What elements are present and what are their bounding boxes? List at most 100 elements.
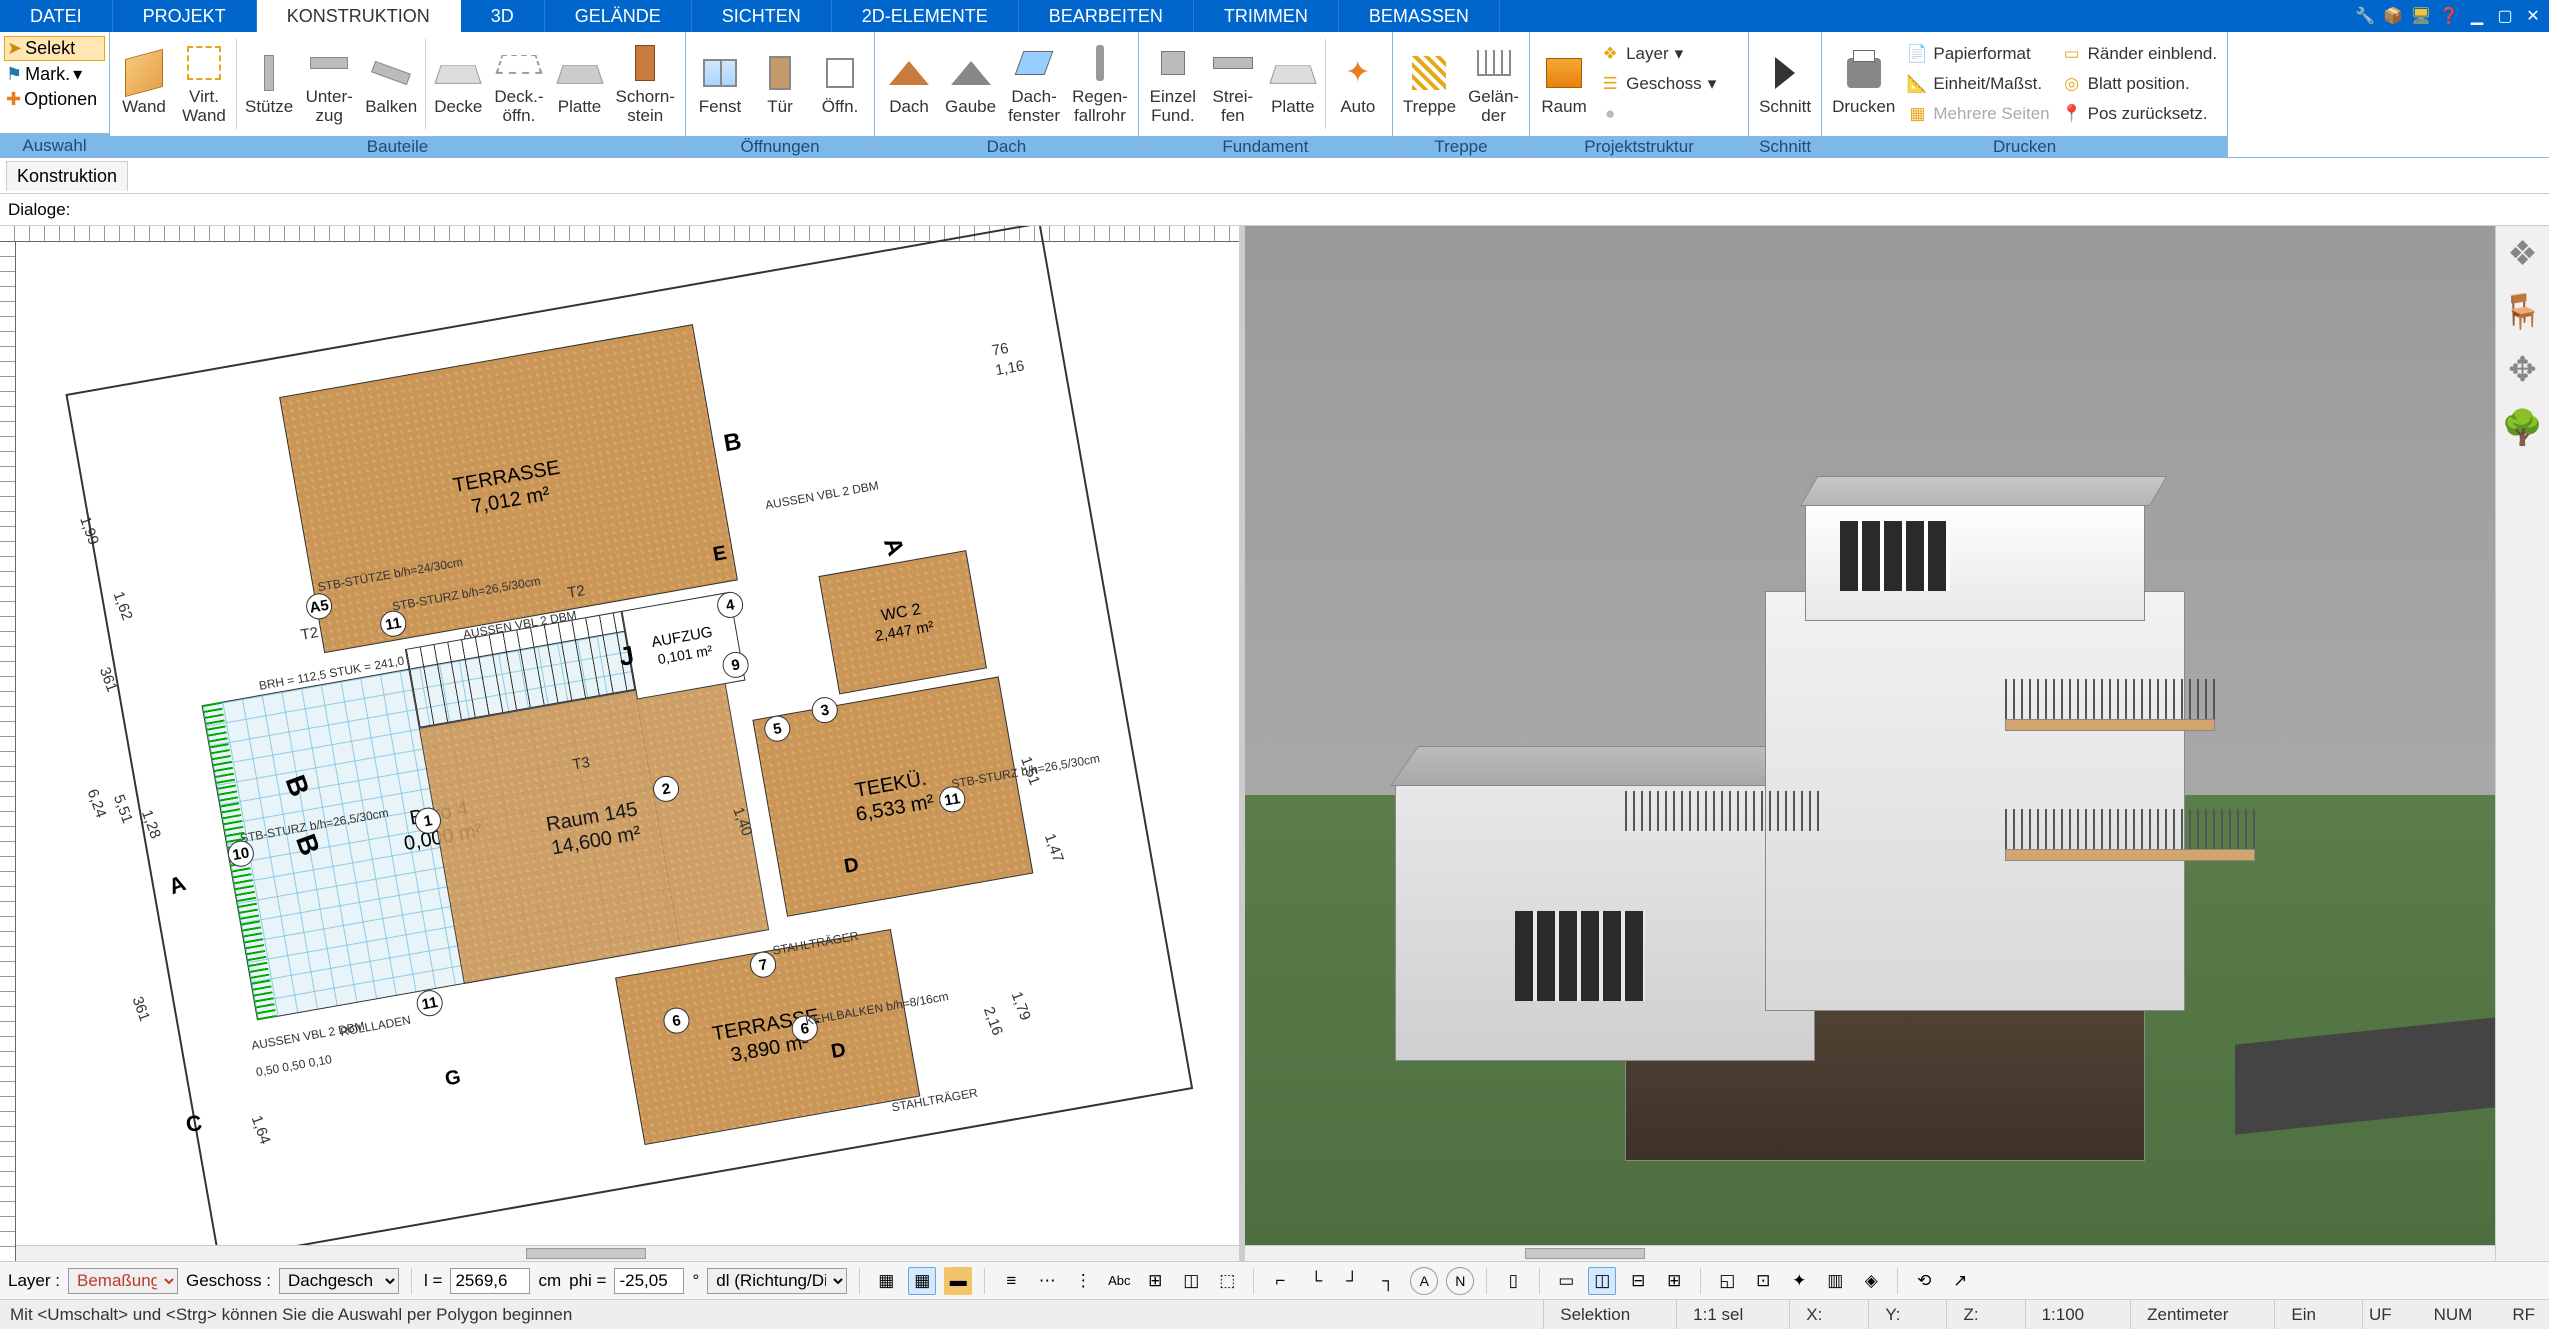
corner-btn-4[interactable]: ┐ (1374, 1267, 1402, 1295)
layout-btn-1[interactable]: ▭ (1552, 1267, 1580, 1295)
plan-hscrollbar[interactable] (16, 1245, 1239, 1261)
geschoss-select[interactable]: Dachgesch (279, 1268, 399, 1294)
wand-button[interactable]: Wand (114, 34, 174, 134)
mehrere-seiten-button[interactable]: ▦Mehrere Seiten (1901, 99, 2055, 129)
menu-tab-konstruktion[interactable]: KONSTRUKTION (257, 0, 461, 32)
snap-btn-1[interactable]: ▦ (872, 1267, 900, 1295)
move-icon[interactable]: ✥ (2508, 350, 2537, 390)
menu-tab-trimmen[interactable]: TRIMMEN (1194, 0, 1339, 32)
extra-btn-1[interactable]: ◱ (1713, 1267, 1741, 1295)
deckoeffn-button[interactable]: Deck.- öffn. (488, 34, 549, 134)
angle-btn-a[interactable]: A (1410, 1267, 1438, 1295)
papierformat-button[interactable]: 📄Papierformat (1901, 39, 2055, 69)
corner-btn-1[interactable]: ⌐ (1266, 1267, 1294, 1295)
platte-button[interactable]: Platte (550, 34, 610, 134)
style-btn-5[interactable]: ◫ (1177, 1267, 1205, 1295)
extra-btn-2[interactable]: ⊡ (1749, 1267, 1777, 1295)
dach-button[interactable]: Dach (879, 34, 939, 134)
einheit-button[interactable]: 📐Einheit/Maßst. (1901, 69, 2055, 99)
extra-btn-6[interactable]: ⟲ (1910, 1267, 1938, 1295)
blatt-button[interactable]: ◎Blatt position. (2056, 69, 2223, 99)
snap-btn-2[interactable]: ▦ (908, 1267, 936, 1295)
plan-canvas[interactable]: TERRASSE 7,012 m² Büro 4 0,000 m² Raum 1… (16, 242, 1239, 1261)
fenst-button[interactable]: Fenst (690, 34, 750, 134)
auto-button[interactable]: ✦Auto (1328, 34, 1388, 134)
menu-tab-gelaende[interactable]: GELÄNDE (545, 0, 692, 32)
maximize-icon[interactable]: ▢ (2493, 4, 2517, 28)
streifen-button[interactable]: Strei- fen (1203, 34, 1263, 134)
menu-tab-bearbeiten[interactable]: BEARBEITEN (1019, 0, 1194, 32)
treppe-button[interactable]: Treppe (1397, 34, 1462, 134)
schornstein-button[interactable]: Schorn- stein (610, 34, 682, 134)
struktur-extra[interactable]: ● (1594, 99, 1744, 129)
room-wc2[interactable]: WC 2 2,447 m² (818, 550, 987, 694)
layer-dropdown[interactable]: ❖Layer▾ (1594, 39, 1744, 69)
view3d-hscrollbar[interactable] (1245, 1245, 2495, 1261)
menu-tab-projekt[interactable]: PROJEKT (113, 0, 257, 32)
screen-icon[interactable]: 🖥 (2409, 4, 2433, 28)
plan-2d-pane[interactable]: TERRASSE 7,012 m² Büro 4 0,000 m² Raum 1… (0, 226, 1245, 1261)
style-btn-abc[interactable]: Abc (1105, 1267, 1133, 1295)
plan-hscroll-thumb[interactable] (526, 1248, 646, 1259)
pos-button[interactable]: 📍Pos zurücksetz. (2056, 99, 2223, 129)
snap-btn-3[interactable]: ▬ (944, 1267, 972, 1295)
raender-button[interactable]: ▭Ränder einblend. (2056, 39, 2223, 69)
layout-btn-3[interactable]: ⊟ (1624, 1267, 1652, 1295)
angle-btn-n[interactable]: N (1446, 1267, 1474, 1295)
extra-btn-5[interactable]: ◈ (1857, 1267, 1885, 1295)
style-btn-6[interactable]: ⬚ (1213, 1267, 1241, 1295)
dl-select[interactable]: dl (Richtung/Di (707, 1268, 847, 1294)
close-icon[interactable]: ✕ (2521, 4, 2545, 28)
menu-tab-sichten[interactable]: SICHTEN (692, 0, 832, 32)
gelaender-button[interactable]: Gelän- der (1462, 34, 1525, 134)
view-btn-1[interactable]: ▯ (1499, 1267, 1527, 1295)
decke-button[interactable]: Decke (428, 34, 488, 134)
balken-button[interactable]: Balken (359, 34, 423, 134)
oeffn-button[interactable]: Öffn. (810, 34, 870, 134)
einzelfund-button[interactable]: Einzel Fund. (1143, 34, 1203, 134)
view-3d-pane[interactable] (1245, 226, 2495, 1261)
raum-button[interactable]: Raum (1534, 34, 1594, 134)
menu-tab-2delemente[interactable]: 2D-ELEMENTE (832, 0, 1019, 32)
room-raum145[interactable]: Raum 145 14,600 m² (419, 674, 769, 984)
mark-button[interactable]: ⚑Mark.▾ (4, 63, 105, 86)
help-icon[interactable]: ❓ (2437, 4, 2461, 28)
layers-icon[interactable]: ❖ (2507, 234, 2537, 274)
selekt-button[interactable]: ➤Selekt (4, 36, 105, 61)
wrench-icon[interactable]: 🔧 (2353, 4, 2377, 28)
furniture-icon[interactable]: 🪑 (2501, 292, 2543, 332)
drucken-button[interactable]: Drucken (1826, 34, 1901, 134)
view3d-hscroll-thumb[interactable] (1525, 1248, 1645, 1259)
minimize-icon[interactable]: ▁ (2465, 4, 2489, 28)
schnitt-button[interactable]: Schnitt (1753, 34, 1817, 134)
menu-tab-bemassen[interactable]: BEMASSEN (1339, 0, 1500, 32)
extra-btn-7[interactable]: ↗ (1946, 1267, 1974, 1295)
extra-btn-4[interactable]: ▥ (1821, 1267, 1849, 1295)
corner-btn-3[interactable]: ┘ (1338, 1267, 1366, 1295)
tuer-button[interactable]: Tür (750, 34, 810, 134)
extra-btn-3[interactable]: ✦ (1785, 1267, 1813, 1295)
dachfenster-button[interactable]: Dach- fenster (1002, 34, 1066, 134)
stuetze-button[interactable]: Stütze (239, 34, 299, 134)
phi-input[interactable] (614, 1268, 684, 1294)
regenfallrohr-button[interactable]: Regen- fallrohr (1066, 34, 1134, 134)
menu-tab-3d[interactable]: 3D (461, 0, 545, 32)
layer-select[interactable]: Bemaßung (68, 1268, 178, 1294)
optionen-button[interactable]: ✚Optionen (4, 88, 105, 111)
room-teeku[interactable]: TEEKÜ. 6,533 m² (752, 676, 1033, 916)
style-btn-1[interactable]: ≡ (997, 1267, 1025, 1295)
unterzug-button[interactable]: Unter- zug (299, 34, 359, 134)
tree-icon[interactable]: 🌳 (2501, 408, 2543, 448)
menu-tab-datei[interactable]: DATEI (0, 0, 113, 32)
package-icon[interactable]: 📦 (2381, 4, 2405, 28)
style-btn-2[interactable]: ⋯ (1033, 1267, 1061, 1295)
layout-btn-2[interactable]: ◫ (1588, 1267, 1616, 1295)
style-btn-3[interactable]: ⋮ (1069, 1267, 1097, 1295)
style-btn-4[interactable]: ⊞ (1141, 1267, 1169, 1295)
corner-btn-2[interactable]: └ (1302, 1267, 1330, 1295)
fundplatte-button[interactable]: Platte (1263, 34, 1323, 134)
gaube-button[interactable]: Gaube (939, 34, 1002, 134)
layout-btn-4[interactable]: ⊞ (1660, 1267, 1688, 1295)
virtwand-button[interactable]: Virt. Wand (174, 34, 234, 134)
sub-tab-konstruktion[interactable]: Konstruktion (6, 161, 128, 191)
